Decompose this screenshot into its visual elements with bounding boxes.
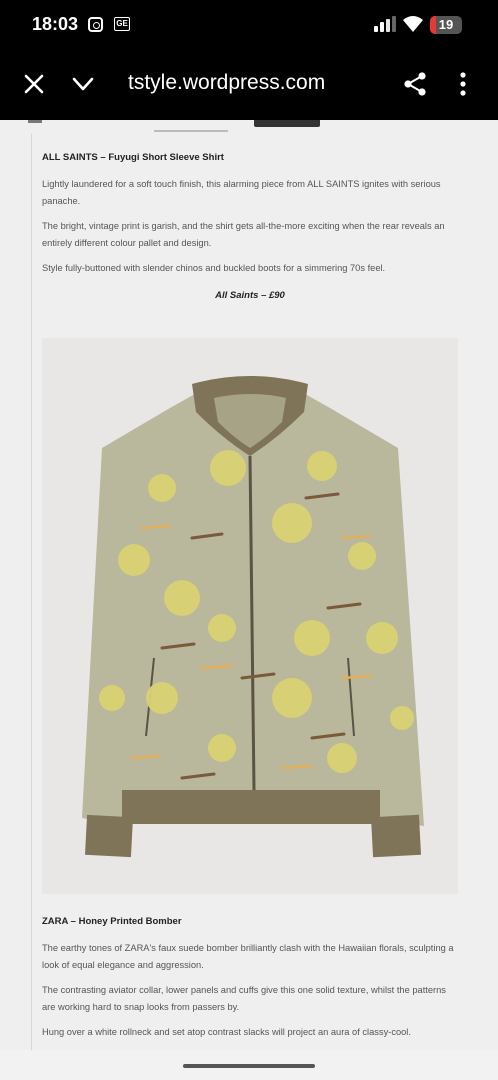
product-paragraph: The bright, vintage print is garish, and… — [42, 221, 445, 248]
product-paragraph: Hung over a white rollneck and set atop … — [42, 1027, 411, 1037]
status-bar: 18:03 GE 19 — [0, 0, 498, 50]
product-title: ALL SAINTS – Fuyugi Short Sleeve Shirt — [42, 152, 224, 163]
content-border — [31, 134, 32, 1050]
close-icon[interactable] — [22, 72, 46, 96]
product-title: ZARA – Honey Printed Bomber — [42, 916, 182, 927]
instagram-icon — [88, 17, 103, 32]
more-vert-icon[interactable] — [455, 71, 471, 97]
wifi-icon — [403, 16, 423, 32]
cellular-signal-icon — [374, 16, 398, 32]
product-price: All Saints – £90 — [215, 290, 285, 301]
product-paragraph: The earthy tones of ZARA's faux suede bo… — [42, 943, 454, 970]
product-image-bomber-jacket[interactable] — [42, 338, 458, 894]
status-time: 18:03 — [32, 14, 79, 34]
home-indicator[interactable] — [183, 1064, 315, 1068]
gesture-bar — [0, 1050, 498, 1080]
product-paragraph: Lightly laundered for a soft touch finis… — [42, 179, 441, 206]
page-header-remnant — [0, 120, 498, 134]
battery-indicator: 19 — [430, 16, 462, 34]
ge-icon: GE — [114, 17, 130, 31]
product-paragraph: Style fully-buttoned with slender chinos… — [42, 263, 386, 273]
url-bar[interactable]: tstyle.wordpress.com — [128, 71, 325, 95]
jacket-illustration — [82, 376, 424, 858]
chevron-down-icon[interactable] — [71, 72, 95, 96]
web-page: ALL SAINTS – Fuyugi Short Sleeve Shirt L… — [0, 120, 498, 1050]
share-icon[interactable] — [402, 71, 428, 97]
battery-level: 19 — [438, 17, 454, 32]
product-paragraph: The contrasting aviator collar, lower pa… — [42, 985, 446, 1012]
browser-toolbar: tstyle.wordpress.com — [0, 50, 498, 120]
